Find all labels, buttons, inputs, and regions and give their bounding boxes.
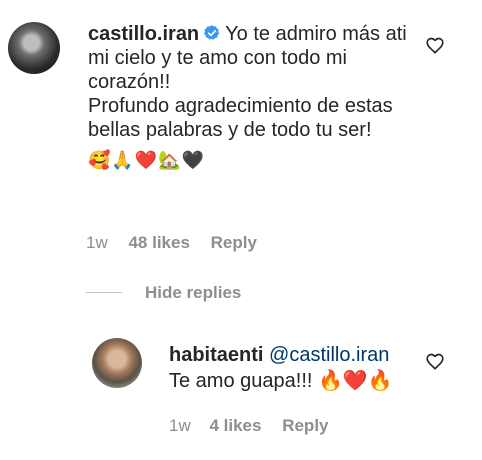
mention-link[interactable]: @castillo.iran <box>269 344 389 366</box>
reply-meta: 1w 4 likes Reply <box>169 416 329 436</box>
heart-outline-icon[interactable] <box>424 34 446 56</box>
verified-badge-icon <box>204 25 220 40</box>
heart-outline-icon[interactable] <box>424 350 446 372</box>
avatar[interactable] <box>92 338 142 388</box>
hide-replies-button[interactable]: Hide replies <box>145 283 241 303</box>
reply-button[interactable]: Reply <box>282 416 328 436</box>
comment-time[interactable]: 1w <box>86 233 108 253</box>
comment-body: castillo.iran Yo te admiro más ati mi cie… <box>88 22 413 172</box>
reply-username[interactable]: habitaenti <box>169 344 263 366</box>
comment-meta: 1w 48 likes Reply <box>86 233 257 253</box>
comment-username[interactable]: castillo.iran <box>88 23 199 45</box>
comment-emojis: 🥰🙏❤️🏡🖤 <box>88 150 206 170</box>
reply-body: habitaenti @castillo.iran Te amo guapa!!… <box>169 342 409 394</box>
reply-time[interactable]: 1w <box>169 416 191 436</box>
reply-likes[interactable]: 4 likes <box>209 416 261 436</box>
comment-likes[interactable]: 48 likes <box>128 233 189 253</box>
reply-text: Te amo guapa!!! 🔥❤️🔥 <box>169 370 393 392</box>
reply-button[interactable]: Reply <box>211 233 257 253</box>
avatar[interactable] <box>8 22 60 74</box>
hide-replies-divider <box>86 292 122 293</box>
